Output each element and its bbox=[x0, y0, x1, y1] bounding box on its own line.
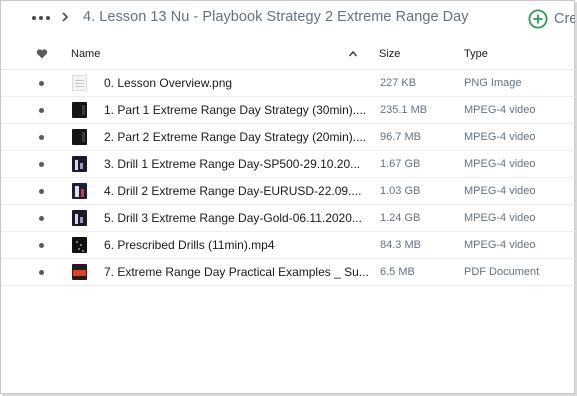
image-thumbnail-icon bbox=[72, 75, 87, 91]
column-header-type[interactable]: Type bbox=[464, 48, 488, 60]
video-thumbnail-icon bbox=[72, 156, 87, 172]
file-type: PDF Document bbox=[464, 266, 540, 278]
file-name[interactable]: 1. Part 1 Extreme Range Day Strategy (30… bbox=[104, 103, 366, 117]
file-type: MPEG-4 video bbox=[464, 158, 536, 170]
favorite-dot-icon[interactable] bbox=[39, 108, 44, 113]
file-size: 1.24 GB bbox=[380, 212, 421, 224]
file-size: 235.1 MB bbox=[380, 104, 428, 116]
video-thumbnail-icon bbox=[72, 210, 87, 226]
file-row[interactable]: 4. Drill 2 Extreme Range Day-EURUSD-22.0… bbox=[1, 178, 576, 205]
file-type: MPEG-4 video bbox=[464, 131, 536, 143]
plus-circle-icon bbox=[528, 9, 548, 29]
favorite-dot-icon[interactable] bbox=[39, 81, 44, 86]
create-button[interactable]: Cre bbox=[528, 7, 577, 31]
file-name[interactable]: 6. Prescribed Drills (11min).mp4 bbox=[104, 238, 275, 252]
file-type: MPEG-4 video bbox=[464, 185, 536, 197]
video-thumbnail-icon bbox=[72, 237, 87, 253]
file-size: 1.67 GB bbox=[380, 158, 421, 170]
file-size: 1.03 GB bbox=[380, 185, 421, 197]
file-size: 6.5 MB bbox=[380, 266, 415, 278]
sort-ascending-icon[interactable] bbox=[348, 49, 358, 59]
breadcrumb: 4. Lesson 13 Nu - Playbook Strategy 2 Ex… bbox=[1, 1, 577, 37]
column-header-size[interactable]: Size bbox=[379, 48, 400, 60]
column-header-name[interactable]: Name bbox=[71, 48, 100, 60]
file-size: 227 KB bbox=[380, 77, 417, 89]
file-type: MPEG-4 video bbox=[464, 239, 536, 251]
file-browser-window: 4. Lesson 13 Nu - Playbook Strategy 2 Ex… bbox=[0, 0, 577, 394]
file-row[interactable]: 3. Drill 1 Extreme Range Day-SP500-29.10… bbox=[1, 151, 576, 178]
file-name[interactable]: 0. Lesson Overview.png bbox=[104, 76, 232, 90]
file-list: 0. Lesson Overview.png 227 KB PNG Image … bbox=[1, 70, 576, 286]
file-size: 96.7 MB bbox=[380, 131, 421, 143]
video-thumbnail-icon bbox=[72, 183, 87, 199]
file-size: 84.3 MB bbox=[380, 239, 421, 251]
create-label: Cre bbox=[554, 11, 577, 27]
file-name[interactable]: 5. Drill 3 Extreme Range Day-Gold-06.11.… bbox=[104, 211, 362, 225]
favorite-dot-icon[interactable] bbox=[39, 270, 44, 275]
file-name[interactable]: 2. Part 2 Extreme Range Day Strategy (20… bbox=[104, 130, 366, 144]
favorite-dot-icon[interactable] bbox=[39, 135, 44, 140]
video-thumbnail-icon bbox=[72, 102, 87, 118]
file-name[interactable]: 7. Extreme Range Day Practical Examples … bbox=[104, 265, 369, 279]
file-row[interactable]: 0. Lesson Overview.png 227 KB PNG Image bbox=[1, 70, 576, 97]
file-name[interactable]: 3. Drill 1 Extreme Range Day-SP500-29.10… bbox=[104, 157, 360, 171]
file-row[interactable]: 5. Drill 3 Extreme Range Day-Gold-06.11.… bbox=[1, 205, 576, 232]
column-header-row: Name Size Type bbox=[1, 40, 576, 70]
file-name[interactable]: 4. Drill 2 Extreme Range Day-EURUSD-22.0… bbox=[104, 184, 361, 198]
folder-title[interactable]: 4. Lesson 13 Nu - Playbook Strategy 2 Ex… bbox=[83, 9, 469, 25]
chevron-right-icon bbox=[62, 12, 69, 22]
favorite-dot-icon[interactable] bbox=[39, 243, 44, 248]
file-row[interactable]: 7. Extreme Range Day Practical Examples … bbox=[1, 259, 576, 286]
file-type: PNG Image bbox=[464, 77, 522, 89]
file-row[interactable]: 1. Part 1 Extreme Range Day Strategy (30… bbox=[1, 97, 576, 124]
file-row[interactable]: 6. Prescribed Drills (11min).mp4 84.3 MB… bbox=[1, 232, 576, 259]
favorite-dot-icon[interactable] bbox=[39, 216, 44, 221]
favorite-dot-icon[interactable] bbox=[39, 189, 44, 194]
file-row[interactable]: 2. Part 2 Extreme Range Day Strategy (20… bbox=[1, 124, 576, 151]
file-type: MPEG-4 video bbox=[464, 212, 536, 224]
heart-icon bbox=[36, 49, 48, 59]
video-thumbnail-icon bbox=[72, 129, 87, 145]
pdf-thumbnail-icon bbox=[72, 264, 87, 280]
more-horizontal-icon[interactable] bbox=[32, 11, 50, 25]
file-type: MPEG-4 video bbox=[464, 104, 536, 116]
favorite-dot-icon[interactable] bbox=[39, 162, 44, 167]
